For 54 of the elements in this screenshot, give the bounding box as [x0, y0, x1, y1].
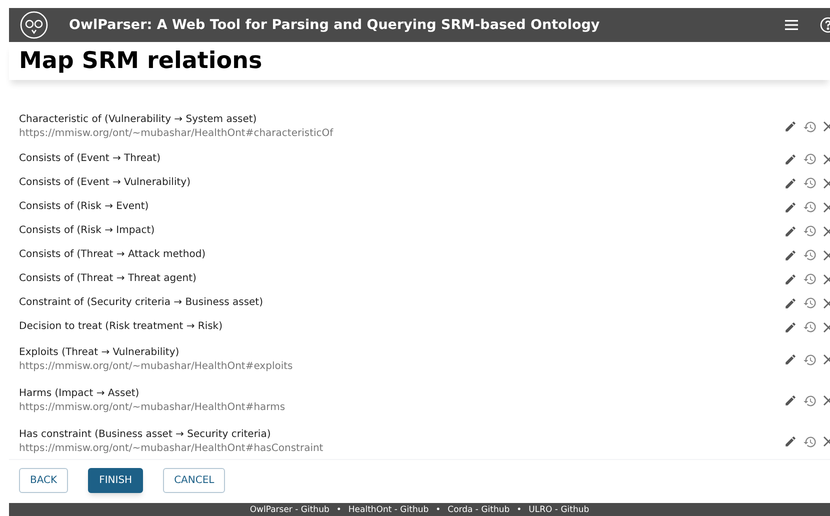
edit-icon[interactable]: [784, 394, 797, 407]
footer-link[interactable]: OwlParser - Github: [250, 504, 330, 516]
relation-uri: https://mmisw.org/ont/~mubashar/HealthOnt#exploits: [19, 360, 294, 374]
relation-label: Has constraint (Business asset → Security criteria): [19, 428, 272, 442]
history-icon[interactable]: [803, 352, 817, 366]
edit-icon[interactable]: [784, 435, 797, 448]
separator: •: [436, 504, 441, 516]
owl-logo-icon: [20, 11, 48, 39]
footer-link[interactable]: Corda - Github: [448, 504, 510, 516]
edit-icon[interactable]: [784, 224, 797, 238]
edit-icon[interactable]: [784, 272, 797, 286]
history-icon[interactable]: [803, 248, 817, 262]
history-icon[interactable]: [803, 224, 817, 238]
outlined-button[interactable]: BACK: [19, 468, 68, 493]
app-title: OwlParser: A Web Tool for Parsing and Querying SRM-based Ontology: [69, 16, 600, 35]
relation-label: Harms (Impact → Asset): [19, 386, 140, 400]
outlined-button[interactable]: CANCEL: [163, 468, 226, 493]
separator: •: [336, 504, 342, 516]
relation-uri: https://mmisw.org/ont/~mubashar/HealthOnt#hasConstraint: [19, 442, 324, 456]
edit-icon[interactable]: [784, 353, 797, 366]
edit-icon[interactable]: [784, 176, 797, 190]
history-icon[interactable]: [803, 394, 817, 408]
footer-link[interactable]: HealthOnt - Github: [348, 504, 429, 516]
history-icon[interactable]: [803, 272, 817, 286]
primary-button[interactable]: FINISH: [88, 468, 144, 493]
relation-label: Decision to treat (Risk treatment → Risk): [19, 320, 224, 334]
edit-icon[interactable]: [784, 248, 797, 262]
relation-label: Consists of (Threat → Attack method): [19, 248, 207, 262]
relation-label: Characteristic of (Vulnerability → System asset): [19, 112, 258, 126]
relation-label: Consists of (Event → Vulnerability): [19, 176, 192, 190]
relation-label: Consists of (Threat → Threat agent): [19, 272, 198, 286]
footer-link[interactable]: ULRO - Github: [528, 504, 590, 516]
relation-label: Exploits (Threat → Vulnerability): [19, 346, 180, 360]
relation-label: Consists of (Risk → Impact): [19, 224, 156, 238]
relation-label: Consists of (Risk → Event): [19, 200, 150, 214]
page-title: Map SRM relations: [19, 46, 262, 76]
relation-uri: https://mmisw.org/ont/~mubashar/HealthOnt#characteristicOf: [19, 126, 334, 140]
history-icon[interactable]: [803, 152, 817, 166]
menu-icon[interactable]: [785, 20, 798, 30]
history-icon[interactable]: [803, 434, 817, 448]
history-icon[interactable]: [803, 120, 817, 134]
relation-label: Constraint of (Security criteria → Business asset): [19, 296, 264, 310]
edit-icon[interactable]: [784, 120, 797, 133]
edit-icon[interactable]: [784, 296, 797, 310]
relation-uri: https://mmisw.org/ont/~mubashar/HealthOnt#harms: [19, 400, 286, 414]
edit-icon[interactable]: [784, 200, 797, 214]
separator: •: [516, 504, 522, 516]
history-icon[interactable]: [803, 320, 817, 334]
history-icon[interactable]: [803, 176, 817, 190]
relation-label: Consists of (Event → Threat): [19, 152, 162, 166]
edit-icon[interactable]: [784, 320, 797, 334]
history-icon[interactable]: [803, 200, 817, 214]
history-icon[interactable]: [803, 296, 817, 310]
edit-icon[interactable]: [784, 152, 797, 166]
